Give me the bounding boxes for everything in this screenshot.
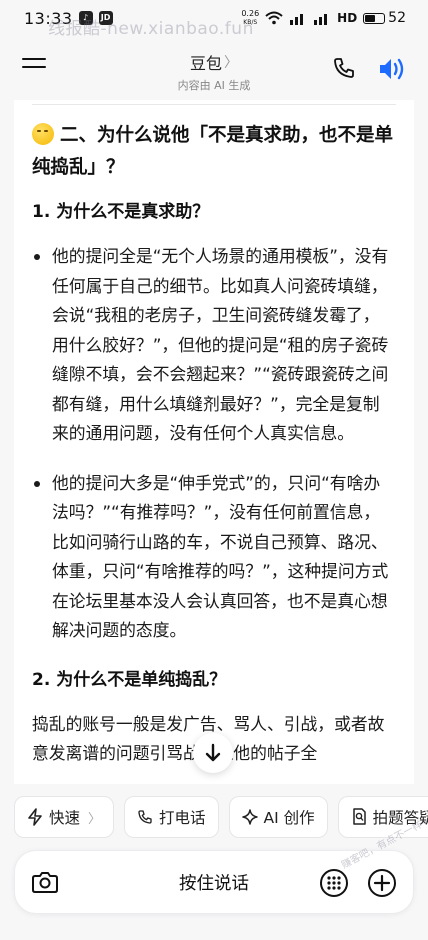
bot-name: 豆包 [189, 54, 222, 73]
battery-icon [363, 12, 386, 24]
chevron-right-icon: 〉 [224, 55, 238, 71]
sub-title-1: 1. 为什么不是真求助？ [32, 202, 210, 222]
quick-actions: 快速 〉 打电话 AI 创作 拍题答疑 [14, 796, 428, 840]
chip-call-label: 打电话 [159, 809, 206, 827]
sub-title-2: 2. 为什么不是单纯捣乱？ [32, 669, 227, 690]
battery: 52 [363, 10, 406, 26]
message-content: 二、为什么说他「不是真求助，也不是单纯捣乱」？ 1. 为什么不是真求助？ 他的提… [14, 100, 414, 784]
status-right: 0.26 KB/S HD 52 [241, 9, 406, 27]
section-title-text: 二、为什么说他「不是真求助，也不是单纯捣乱」？ [32, 125, 394, 178]
chip-ai-create[interactable]: AI 创作 [228, 796, 328, 838]
phone-icon[interactable] [332, 56, 356, 80]
section-title: 二、为什么说他「不是真求助，也不是单纯捣乱」？ [32, 120, 396, 184]
scroll-to-bottom-button[interactable] [193, 733, 233, 773]
divider [32, 104, 396, 105]
watermark-top: 线报酷-new.xianbao.fun [48, 19, 254, 39]
bullet-list: 他的提问全是“无个人场景的通用模板”，没有任何属于自己的细节。比如真人问瓷砖填缝… [32, 242, 396, 646]
message-body: 二、为什么说他「不是真求助，也不是单纯捣乱」？ 1. 为什么不是真求助？ 他的提… [14, 100, 414, 769]
sparkle-icon [241, 809, 258, 825]
bolt-icon [28, 808, 42, 826]
arrow-down-icon [205, 743, 221, 762]
ai-disclaimer: 内容由 AI 生成 [177, 79, 251, 92]
thinking-emoji-icon [32, 123, 54, 145]
list-item: 他的提问全是“无个人场景的通用模板”，没有任何属于自己的细节。比如真人问瓷砖填缝… [32, 242, 396, 449]
phone-icon [138, 810, 152, 824]
hd-label: HD [337, 11, 358, 25]
list-item: 他的提问大多是“伸手党式”的，只问“有啥办法吗？”“有推荐吗？”，没有任何前置信… [32, 469, 396, 646]
speaker-icon[interactable] [378, 56, 406, 82]
header: 豆包 〉 内容由 AI 生成 [0, 42, 428, 96]
hold-to-talk-button[interactable]: 按住说话 [15, 870, 413, 895]
chevron-right-icon: 〉 [88, 811, 102, 827]
doc-search-icon [352, 808, 366, 825]
keypad-icon[interactable] [319, 868, 349, 898]
header-center[interactable]: 豆包 〉 内容由 AI 生成 [0, 50, 428, 93]
header-title[interactable]: 豆包 〉 [190, 50, 238, 74]
chip-quick[interactable]: 快速 〉 [14, 796, 115, 838]
signal-icon-2 [314, 14, 328, 25]
signal-icon [290, 14, 304, 25]
plus-icon[interactable] [367, 868, 397, 898]
chip-ai-create-label: AI 创作 [263, 809, 315, 827]
chip-quick-label: 快速 [49, 809, 81, 827]
wifi-icon [265, 11, 283, 25]
chip-call[interactable]: 打电话 [124, 796, 219, 838]
battery-level: 52 [388, 10, 406, 26]
